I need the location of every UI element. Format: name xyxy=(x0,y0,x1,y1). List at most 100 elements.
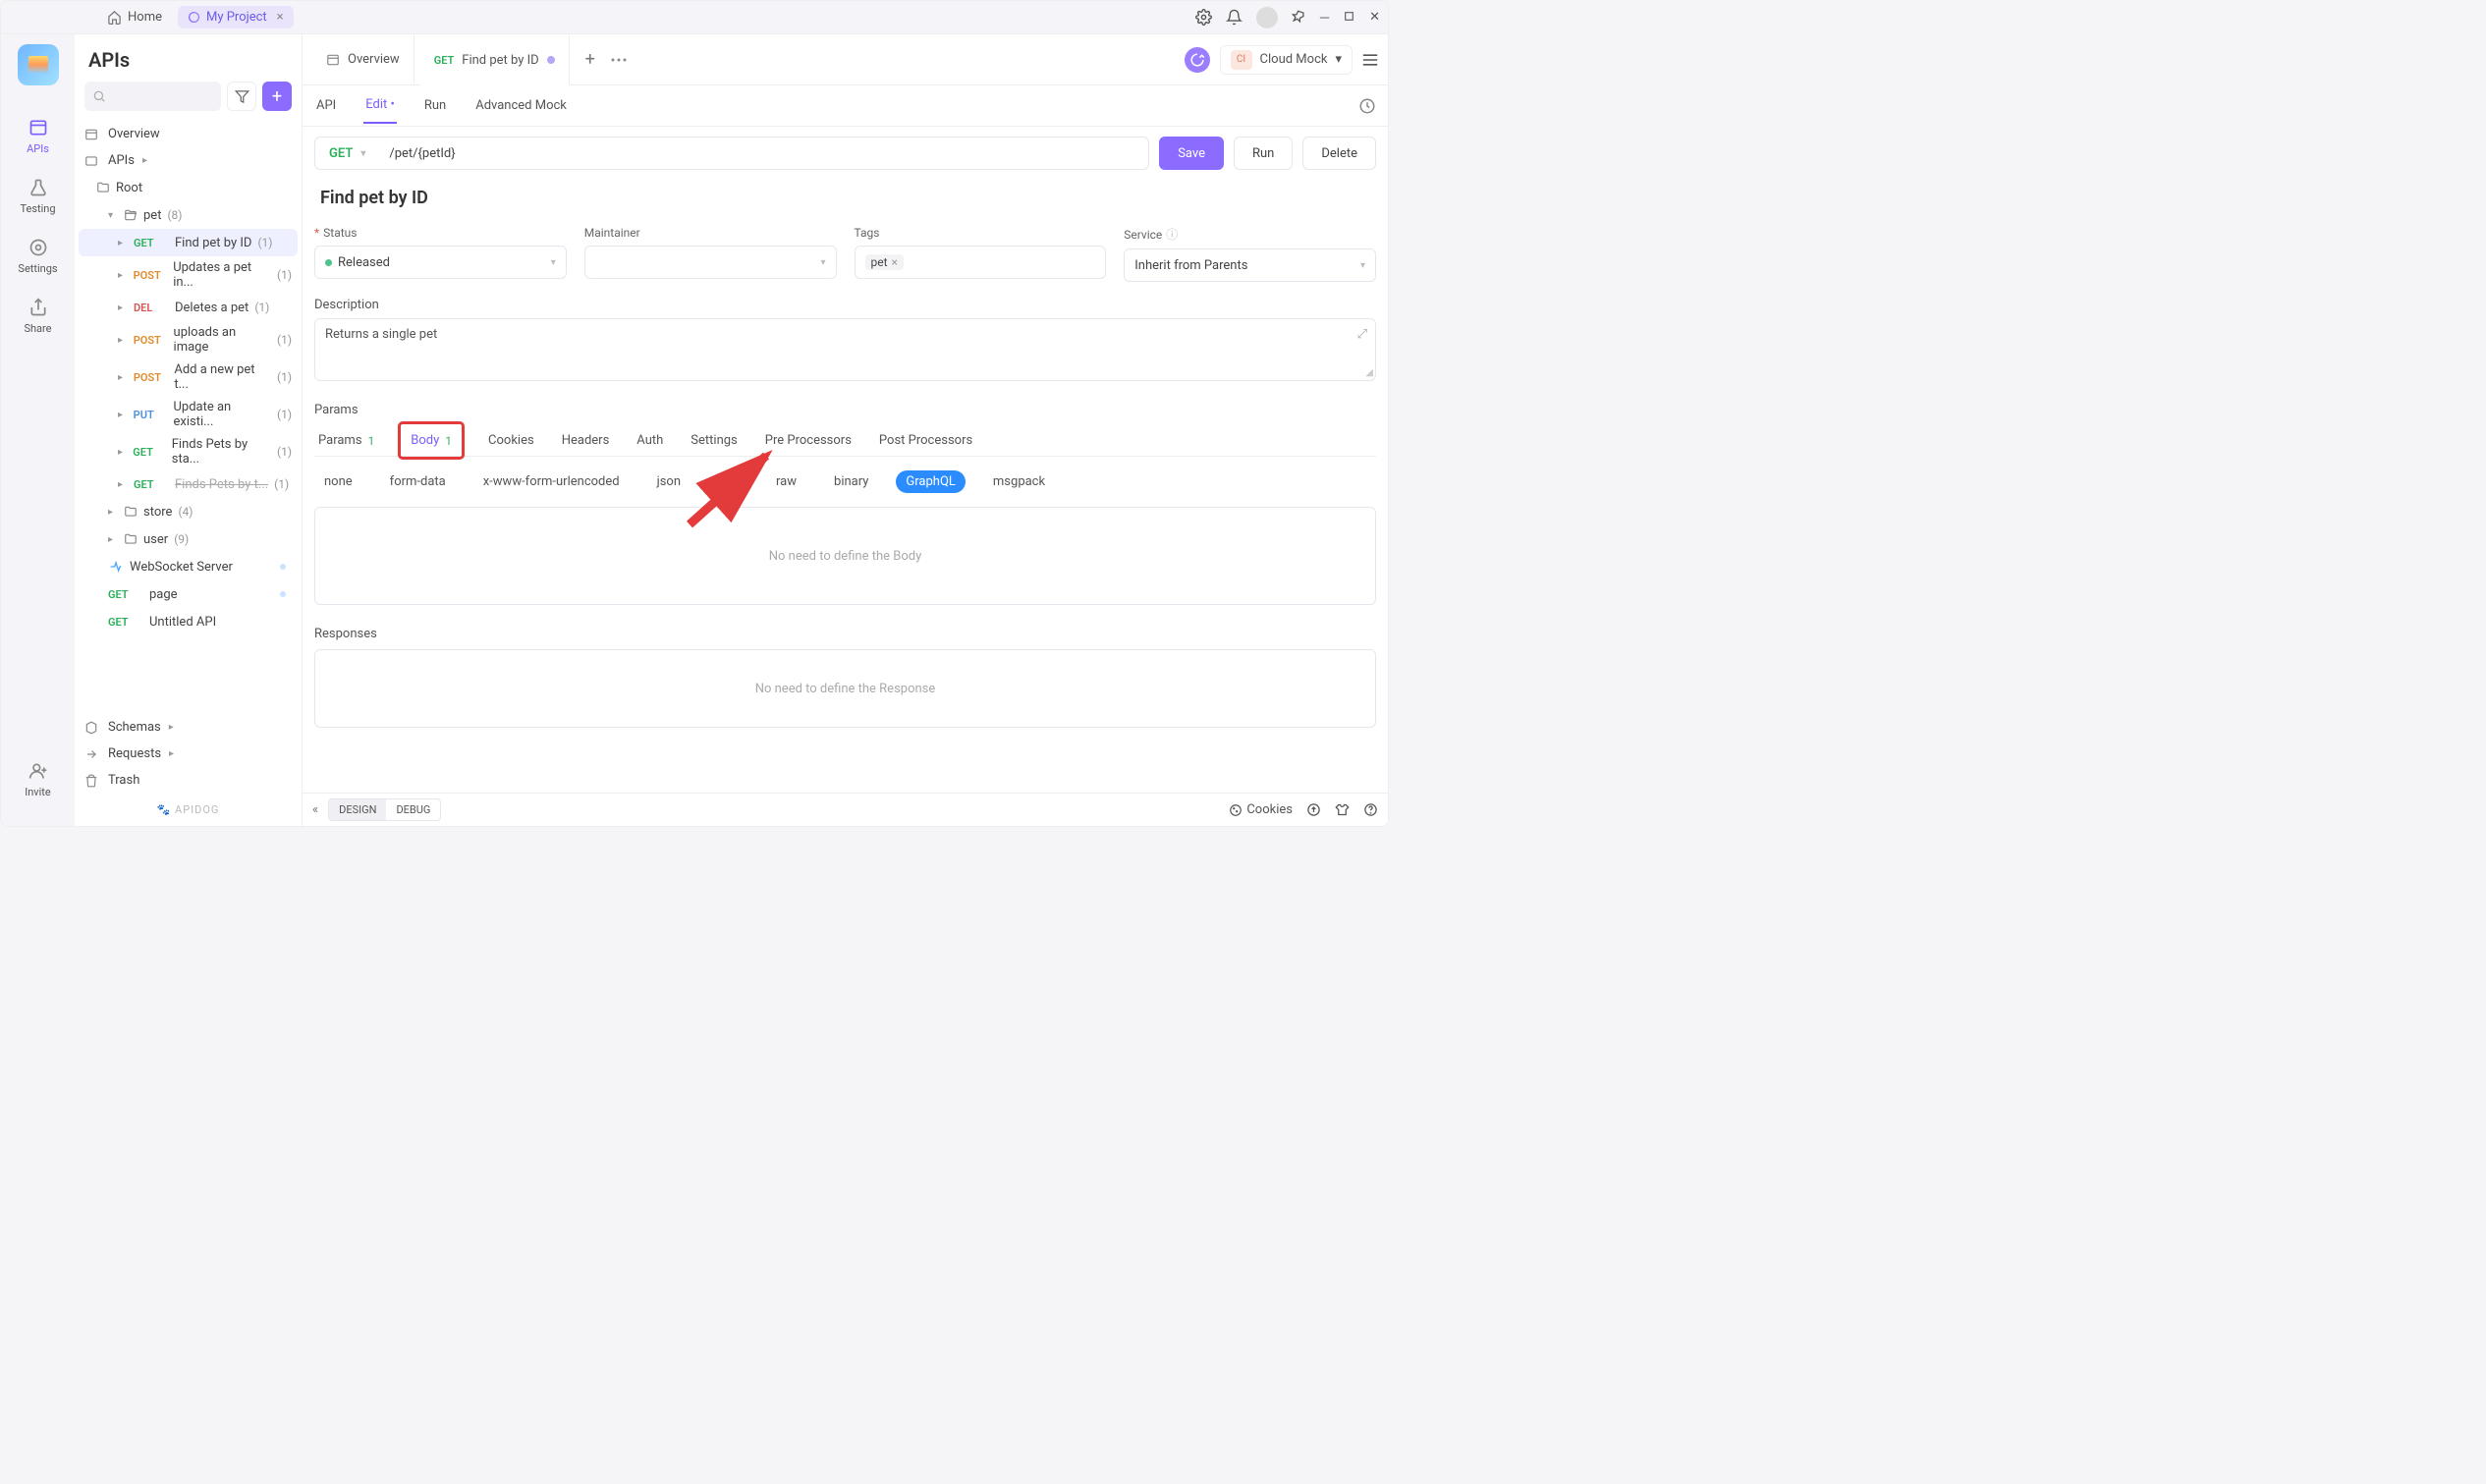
subtab-run[interactable]: Run xyxy=(422,88,448,123)
tabs-more-button[interactable] xyxy=(611,58,640,62)
tree-endpoint[interactable]: ▸ POST Add a new pet t... (1) xyxy=(79,358,298,396)
tree-untitled[interactable]: GET Untitled API xyxy=(79,608,298,635)
chevron-down-icon: ▾ xyxy=(1360,260,1365,271)
body-type-form-data[interactable]: form-data xyxy=(380,470,456,493)
expand-icon[interactable]: ⤢ xyxy=(1357,327,1367,342)
status-select[interactable]: Released ▾ xyxy=(314,246,567,279)
body-type-graphql[interactable]: GraphQL xyxy=(896,470,965,493)
avatar[interactable] xyxy=(1256,7,1278,28)
method-label: GET xyxy=(108,616,143,629)
sidebar-overview[interactable]: Overview xyxy=(75,121,302,147)
sync-badge[interactable] xyxy=(1185,47,1210,73)
tree-websocket[interactable]: WebSocket Server xyxy=(79,553,298,580)
endpoint-label: Add a new pet t... xyxy=(174,362,271,392)
description-textarea[interactable]: Returns a single pet ⤢ ◢ xyxy=(314,318,1376,381)
ptab-body[interactable]: Body 1 xyxy=(398,421,465,460)
body-type-xml[interactable]: xml xyxy=(708,470,748,493)
tree-root[interactable]: Root xyxy=(79,174,298,201)
cookies-button[interactable]: Cookies xyxy=(1229,802,1293,817)
sidebar-requests[interactable]: Requests ▸ xyxy=(75,741,302,767)
ptab-post[interactable]: Post Processors xyxy=(875,425,976,456)
tshirt-icon[interactable] xyxy=(1335,802,1350,817)
tag-remove-icon[interactable]: × xyxy=(892,255,898,269)
tags-input[interactable]: pet× xyxy=(855,246,1107,279)
home-button[interactable]: Home xyxy=(97,6,172,28)
run-button[interactable]: Run xyxy=(1234,137,1293,170)
ptab-cookies[interactable]: Cookies xyxy=(484,425,538,456)
tree-folder-store[interactable]: ▸ store (4) xyxy=(79,498,298,525)
ptab-auth[interactable]: Auth xyxy=(633,425,667,456)
close-window-icon[interactable]: ✕ xyxy=(1369,10,1380,26)
delete-button[interactable]: Delete xyxy=(1302,137,1376,170)
subtab-mock[interactable]: Advanced Mock xyxy=(473,88,569,123)
endpoint-count: (1) xyxy=(254,301,269,314)
tab-overview[interactable]: Overview xyxy=(312,34,414,85)
tree-endpoint[interactable]: ▸ DEL Deletes a pet (1) xyxy=(79,294,298,321)
url-input[interactable]: /pet/{petId} xyxy=(379,146,1148,161)
ptab-settings[interactable]: Settings xyxy=(687,425,741,456)
collapse-sidebar-icon[interactable]: « xyxy=(312,802,318,817)
endpoint-count: (1) xyxy=(277,370,292,384)
save-button[interactable]: Save xyxy=(1159,137,1224,170)
nav-testing[interactable]: Testing xyxy=(9,169,68,223)
body-type-x-www-form-urlencoded[interactable]: x-www-form-urlencoded xyxy=(473,470,630,493)
ptab-params[interactable]: Params1 xyxy=(314,425,378,456)
tree-folder-pet[interactable]: ▾ pet (8) xyxy=(79,201,298,229)
body-type-binary[interactable]: binary xyxy=(824,470,878,493)
maximize-icon[interactable] xyxy=(1343,10,1355,26)
help-icon[interactable]: ⓘ xyxy=(1166,226,1178,243)
mode-debug[interactable]: DEBUG xyxy=(386,799,440,820)
subtab-edit[interactable]: Edit • xyxy=(363,87,397,124)
sidebar-trash[interactable]: Trash xyxy=(75,767,302,794)
sidebar-requests-label: Requests xyxy=(108,746,161,761)
tree-endpoint[interactable]: ▸ POST Updates a pet in... (1) xyxy=(79,256,298,294)
environment-select[interactable]: CI Cloud Mock ▾ xyxy=(1220,45,1353,75)
mode-design[interactable]: DESIGN xyxy=(329,799,386,820)
sidebar-apis-section[interactable]: APIs ▸ xyxy=(75,147,302,174)
ptab-headers[interactable]: Headers xyxy=(558,425,614,456)
body-type-msgpack[interactable]: msgpack xyxy=(983,470,1055,493)
resize-handle[interactable]: ◢ xyxy=(1365,367,1373,378)
chevron-right-icon: ▸ xyxy=(118,302,128,313)
tree-endpoint[interactable]: ▸ GET Finds Pets by sta... (1) xyxy=(79,433,298,470)
method-select[interactable]: GET ▾ xyxy=(315,146,379,161)
minimize-icon[interactable]: ─ xyxy=(1320,10,1329,26)
body-type-none[interactable]: none xyxy=(314,470,362,493)
tree-page[interactable]: GET page xyxy=(79,580,298,608)
page-title: Find pet by ID xyxy=(320,188,1376,208)
tree-endpoint[interactable]: ▸ GET Find pet by ID (1) xyxy=(79,229,298,256)
tree-store-count: (4) xyxy=(178,505,193,519)
menu-icon[interactable] xyxy=(1362,53,1378,67)
description-label: Description xyxy=(314,298,1376,312)
tree-endpoint[interactable]: ▸ POST uploads an image (1) xyxy=(79,321,298,358)
search-input[interactable] xyxy=(84,82,221,111)
upload-icon[interactable] xyxy=(1306,802,1321,817)
nav-apis[interactable]: APIs xyxy=(9,109,68,163)
bell-icon[interactable] xyxy=(1226,9,1243,26)
nav-settings[interactable]: Settings xyxy=(9,229,68,283)
close-icon[interactable]: × xyxy=(277,10,284,25)
service-select[interactable]: Inherit from Parents▾ xyxy=(1124,248,1376,282)
add-tab-button[interactable]: + xyxy=(576,49,605,70)
help-icon[interactable] xyxy=(1363,802,1378,817)
endpoint-label: Update an existi... xyxy=(173,400,270,429)
ptab-pre[interactable]: Pre Processors xyxy=(761,425,856,456)
tab-endpoint[interactable]: GET Find pet by ID xyxy=(420,34,570,85)
add-button[interactable]: + xyxy=(262,82,292,111)
nav-invite[interactable]: Invite xyxy=(9,752,68,806)
project-tab[interactable]: My Project × xyxy=(178,6,294,28)
body-type-json[interactable]: json xyxy=(647,470,691,493)
tree-endpoint[interactable]: ▸ GET Finds Pets by t... (1) xyxy=(79,470,298,498)
nav-share[interactable]: Share xyxy=(9,289,68,343)
history-icon[interactable] xyxy=(1358,97,1376,115)
subtab-api[interactable]: API xyxy=(314,88,338,123)
app-logo[interactable] xyxy=(18,44,59,85)
settings-gear-icon[interactable] xyxy=(1195,9,1212,26)
maintainer-select[interactable]: ▾ xyxy=(584,246,837,279)
tree-folder-user[interactable]: ▸ user (9) xyxy=(79,525,298,553)
pin-icon[interactable] xyxy=(1292,10,1306,25)
sidebar-schemas[interactable]: Schemas ▸ xyxy=(75,714,302,741)
body-type-raw[interactable]: raw xyxy=(766,470,806,493)
filter-button[interactable] xyxy=(227,82,256,111)
tree-endpoint[interactable]: ▸ PUT Update an existi... (1) xyxy=(79,396,298,433)
